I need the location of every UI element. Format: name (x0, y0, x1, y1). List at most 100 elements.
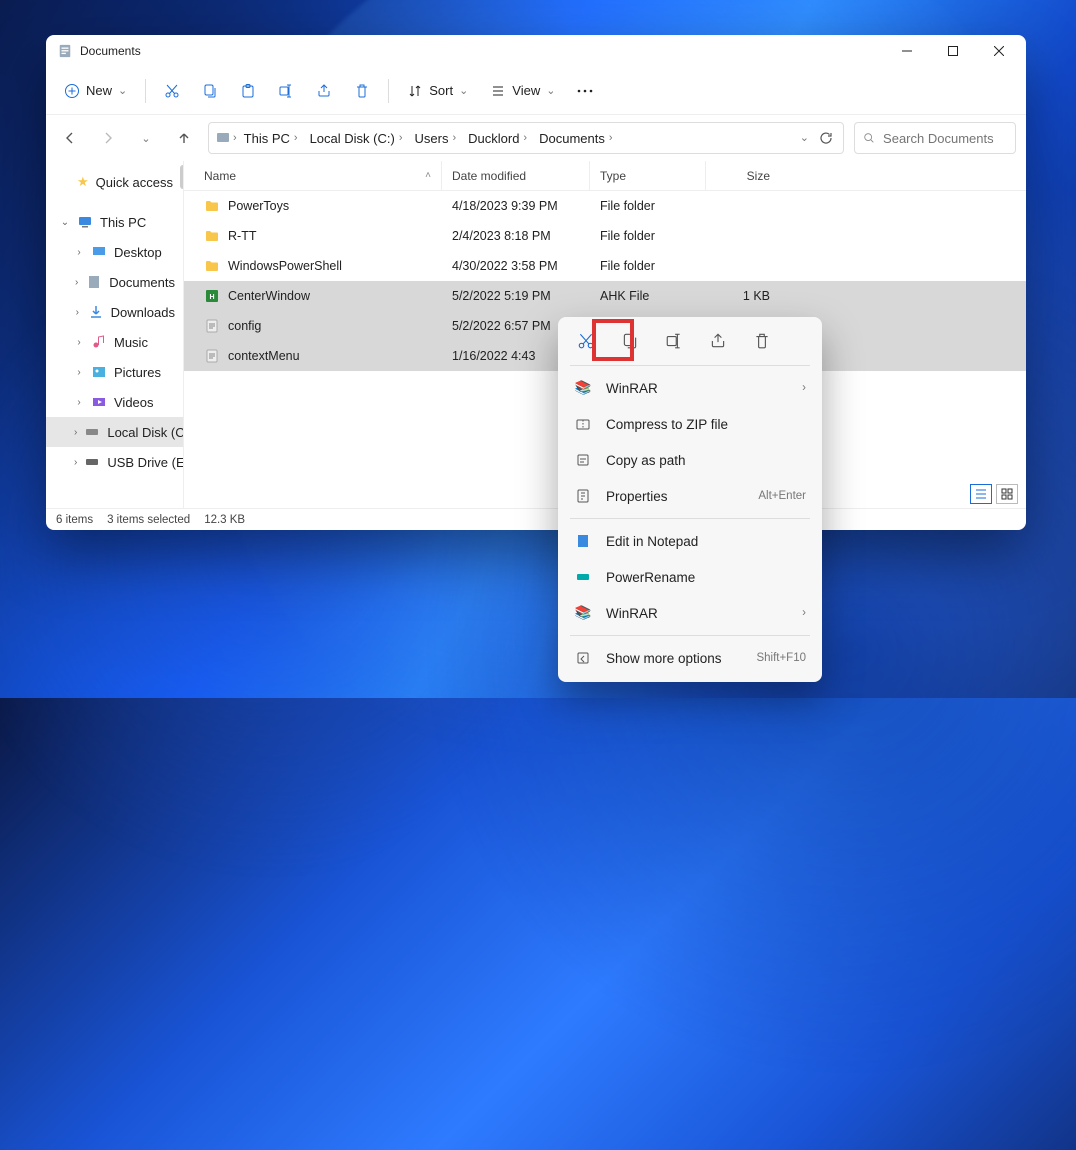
music-icon (91, 334, 107, 350)
close-button[interactable] (976, 35, 1022, 67)
file-name: R-TT (228, 229, 256, 243)
file-row[interactable]: WindowsPowerShell4/30/2022 3:58 PMFile f… (184, 251, 1026, 281)
file-type: AHK File (600, 289, 649, 303)
downloads-icon (88, 304, 104, 320)
folder-icon (215, 130, 231, 146)
share-button[interactable] (306, 73, 342, 109)
share-icon (316, 83, 332, 99)
sort-button[interactable]: Sort ⌄ (397, 73, 478, 109)
chevron-down-icon[interactable]: ⌄ (800, 131, 809, 145)
scissors-icon (577, 332, 595, 350)
new-button[interactable]: New ⌄ (54, 73, 137, 109)
window-title: Documents (80, 44, 141, 58)
ctx-copy-button[interactable] (618, 329, 642, 353)
drive-icon (84, 424, 100, 440)
explorer-window: Documents New ⌄ Sort ⌄ View ⌄ (46, 35, 1026, 530)
sidebar-item-music[interactable]: ›Music (46, 327, 183, 357)
file-row[interactable]: R-TT 2/4/2023 8:18 PM File folder (184, 221, 1026, 251)
ctx-winrar-submenu[interactable]: 📚WinRAR› (564, 370, 816, 406)
sidebar-item-downloads[interactable]: ›Downloads (46, 297, 183, 327)
copy-icon (202, 83, 218, 99)
context-menu: 📚WinRAR› Compress to ZIP file Copy as pa… (558, 317, 822, 682)
breadcrumb[interactable]: Local Disk (C:)› (305, 123, 408, 153)
up-button[interactable] (170, 124, 198, 152)
column-header-size[interactable]: Size (706, 161, 780, 190)
search-box[interactable] (854, 122, 1016, 154)
refresh-icon[interactable] (819, 131, 833, 145)
breadcrumb[interactable]: Ducklord› (463, 123, 532, 153)
notepad-icon (574, 532, 592, 550)
more-button[interactable] (567, 73, 603, 109)
more-options-icon (574, 649, 592, 667)
back-button[interactable] (56, 124, 84, 152)
minimize-button[interactable] (884, 35, 930, 67)
file-date: 4/18/2023 9:39 PM (452, 199, 558, 213)
file-row[interactable]: PowerToys4/18/2023 9:39 PMFile folder (184, 191, 1026, 221)
copy-button[interactable] (192, 73, 228, 109)
address-row: ⌄ › This PC› Local Disk (C:)› Users› Duc… (46, 115, 1026, 161)
sidebar-this-pc[interactable]: ⌄This PC (46, 207, 183, 237)
forward-button[interactable] (94, 124, 122, 152)
file-type: File folder (600, 259, 655, 273)
cut-button[interactable] (154, 73, 190, 109)
file-date: 4/30/2022 3:58 PM (452, 259, 558, 273)
file-name: CenterWindow (228, 289, 310, 303)
trash-icon (354, 83, 370, 99)
icons-view-button[interactable] (996, 484, 1018, 504)
ctx-copy-path[interactable]: Copy as path (564, 442, 816, 478)
search-icon (863, 131, 875, 145)
sidebar-item-documents[interactable]: ›Documents (46, 267, 183, 297)
recent-button[interactable]: ⌄ (132, 124, 160, 152)
toolbar: New ⌄ Sort ⌄ View ⌄ (46, 67, 1026, 115)
ctx-share-button[interactable] (706, 329, 730, 353)
column-header-type[interactable]: Type (590, 161, 706, 190)
ctx-compress-zip[interactable]: Compress to ZIP file (564, 406, 816, 442)
maximize-button[interactable] (930, 35, 976, 67)
file-name: contextMenu (228, 349, 300, 363)
file-date: 2/4/2023 8:18 PM (452, 229, 551, 243)
sidebar-item-pictures[interactable]: ›Pictures (46, 357, 183, 387)
breadcrumb[interactable]: Documents› (534, 123, 617, 153)
sidebar-quick-access[interactable]: ★Quick access (46, 167, 183, 197)
paste-icon (240, 83, 256, 99)
copy-path-icon (574, 451, 592, 469)
zip-icon (574, 415, 592, 433)
list-icon (490, 83, 506, 99)
sidebar-item-usb-drive[interactable]: ›USB Drive (E:) (46, 447, 183, 477)
ctx-winrar[interactable]: 📚WinRAR› (564, 595, 816, 631)
rename-button[interactable] (268, 73, 304, 109)
titlebar[interactable]: Documents (46, 35, 1026, 67)
videos-icon (91, 394, 107, 410)
file-date: 5/2/2022 5:19 PM (452, 289, 551, 303)
sidebar-item-local-disk[interactable]: ›Local Disk (C:) (46, 417, 183, 447)
details-view-button[interactable] (970, 484, 992, 504)
breadcrumb[interactable]: This PC› (239, 123, 303, 153)
breadcrumb[interactable]: Users› (410, 123, 462, 153)
ctx-edit-notepad[interactable]: Edit in Notepad (564, 523, 816, 559)
ctx-delete-button[interactable] (750, 329, 774, 353)
rename-icon (278, 83, 294, 99)
file-date: 5/2/2022 6:57 PM (452, 319, 551, 333)
sidebar-item-desktop[interactable]: ›Desktop (46, 237, 183, 267)
ctx-rename-button[interactable] (662, 329, 686, 353)
properties-icon (574, 487, 592, 505)
delete-button[interactable] (344, 73, 380, 109)
file-size: 1 KB (743, 289, 770, 303)
column-header-date[interactable]: Date modified (442, 161, 590, 190)
chevron-down-icon: ⌄ (546, 84, 555, 97)
status-bar: 6 items 3 items selected 12.3 KB (46, 508, 1026, 530)
file-row[interactable]: HCenterWindow5/2/2022 5:19 PMAHK File1 K… (184, 281, 1026, 311)
search-input[interactable] (883, 131, 1007, 146)
address-bar[interactable]: › This PC› Local Disk (C:)› Users› Duckl… (208, 122, 844, 154)
file-name: config (228, 319, 261, 333)
books-icon: 📚 (574, 379, 592, 397)
file-type: File folder (600, 229, 655, 243)
ctx-show-more[interactable]: Show more optionsShift+F10 (564, 640, 816, 676)
view-button[interactable]: View ⌄ (480, 73, 565, 109)
column-header-name[interactable]: Name˄ (184, 161, 442, 190)
ctx-cut-button[interactable] (574, 329, 598, 353)
ctx-properties[interactable]: PropertiesAlt+Enter (564, 478, 816, 514)
paste-button[interactable] (230, 73, 266, 109)
ctx-powerrename[interactable]: PowerRename (564, 559, 816, 595)
sidebar-item-videos[interactable]: ›Videos (46, 387, 183, 417)
